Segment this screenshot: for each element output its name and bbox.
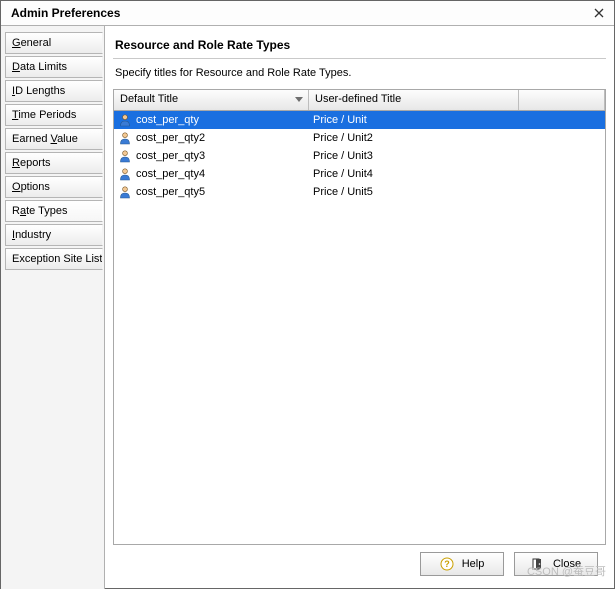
window-close-button[interactable] — [588, 4, 610, 22]
column-user-title[interactable]: User-defined Title — [309, 90, 519, 110]
sidebar-tab-industry[interactable]: Industry — [5, 224, 103, 246]
person-icon — [118, 185, 132, 199]
sidebar: GeneralData LimitsID LengthsTime Periods… — [1, 26, 105, 589]
sidebar-tab-time-periods[interactable]: Time Periods — [5, 104, 103, 126]
column-spacer — [519, 90, 605, 110]
svg-text:?: ? — [444, 559, 450, 569]
table-body: cost_per_qtyPrice / Unitcost_per_qty2Pri… — [114, 111, 605, 201]
sidebar-tab-data-limits[interactable]: Data Limits — [5, 56, 103, 78]
dialog-footer: ? Help Close — [113, 545, 606, 583]
cell-user-title: Price / Unit — [309, 114, 519, 126]
sidebar-tab-rate-types[interactable]: Rate Types — [5, 200, 103, 222]
rate-types-table: Default Title User-defined Title cost_pe… — [113, 89, 606, 545]
close-button[interactable]: Close — [514, 552, 598, 576]
table-row[interactable]: cost_per_qty3Price / Unit3 — [114, 147, 605, 165]
door-close-icon — [531, 557, 545, 571]
table-row[interactable]: cost_per_qtyPrice / Unit — [114, 111, 605, 129]
help-icon: ? — [440, 557, 454, 571]
admin-preferences-window: Admin Preferences GeneralData LimitsID L… — [0, 0, 615, 589]
cell-default-title: cost_per_qty3 — [114, 149, 309, 163]
help-button[interactable]: ? Help — [420, 552, 504, 576]
panel-title: Resource and Role Rate Types — [113, 34, 606, 56]
panel-description: Specify titles for Resource and Role Rat… — [113, 67, 606, 89]
content-panel: Resource and Role Rate Types Specify tit… — [105, 26, 614, 589]
divider — [113, 58, 606, 59]
cell-default-title: cost_per_qty — [114, 113, 309, 127]
column-default-title[interactable]: Default Title — [114, 90, 309, 110]
sidebar-tab-options[interactable]: Options — [5, 176, 103, 198]
window-title: Admin Preferences — [11, 6, 120, 20]
table-row[interactable]: cost_per_qty5Price / Unit5 — [114, 183, 605, 201]
person-icon — [118, 167, 132, 181]
sidebar-tab-general[interactable]: General — [5, 32, 103, 54]
person-icon — [118, 113, 132, 127]
close-label: Close — [553, 558, 581, 570]
titlebar: Admin Preferences — [1, 1, 614, 26]
help-label: Help — [462, 558, 485, 570]
cell-user-title: Price / Unit4 — [309, 168, 519, 180]
cell-default-title: cost_per_qty4 — [114, 167, 309, 181]
person-icon — [118, 131, 132, 145]
cell-user-title: Price / Unit5 — [309, 186, 519, 198]
table-row[interactable]: cost_per_qty4Price / Unit4 — [114, 165, 605, 183]
table-row[interactable]: cost_per_qty2Price / Unit2 — [114, 129, 605, 147]
cell-default-title: cost_per_qty2 — [114, 131, 309, 145]
cell-default-title: cost_per_qty5 — [114, 185, 309, 199]
sidebar-tab-earned-value[interactable]: Earned Value — [5, 128, 103, 150]
sidebar-tab-reports[interactable]: Reports — [5, 152, 103, 174]
close-icon — [594, 8, 604, 18]
sidebar-tab-exception-site-list[interactable]: Exception Site List — [5, 248, 103, 270]
cell-user-title: Price / Unit3 — [309, 150, 519, 162]
cell-user-title: Price / Unit2 — [309, 132, 519, 144]
sidebar-tab-id-lengths[interactable]: ID Lengths — [5, 80, 103, 102]
person-icon — [118, 149, 132, 163]
table-header: Default Title User-defined Title — [114, 90, 605, 111]
